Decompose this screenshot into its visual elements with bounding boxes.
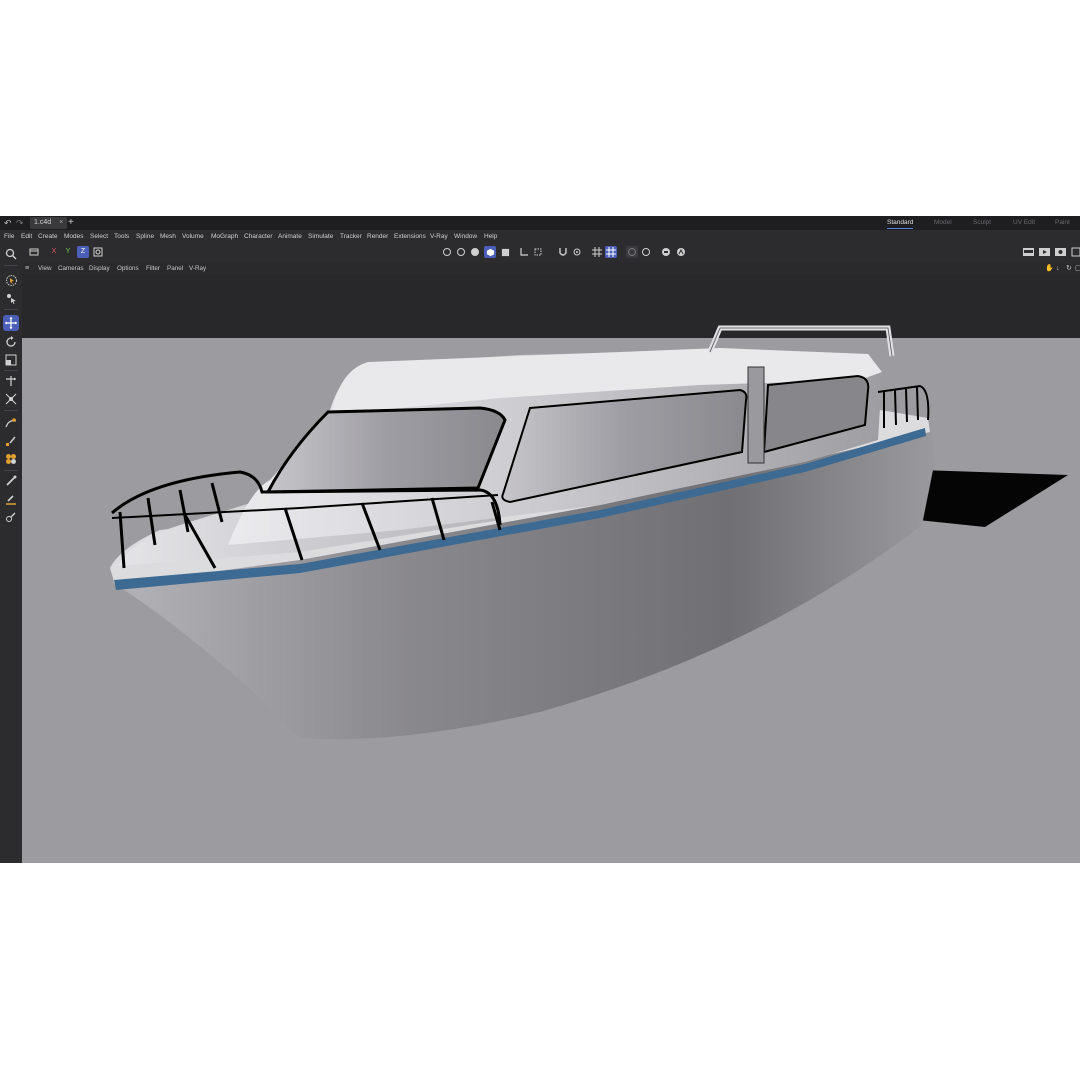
knife-tool-icon[interactable] bbox=[3, 433, 19, 449]
3d-viewport[interactable] bbox=[22, 274, 1080, 863]
menu-tools[interactable]: Tools bbox=[114, 232, 129, 241]
rotate-tool-icon[interactable] bbox=[3, 334, 19, 350]
main-toolbar: X Y Z bbox=[0, 243, 1080, 263]
polygons-mode-icon[interactable] bbox=[469, 246, 481, 258]
search-icon[interactable] bbox=[3, 246, 19, 262]
workplane-icon[interactable] bbox=[518, 246, 530, 258]
menu-window[interactable]: Window bbox=[454, 232, 477, 241]
menu-v-ray[interactable]: V-Ray bbox=[430, 232, 448, 241]
cabin-door bbox=[747, 366, 765, 464]
axis-x-lock-button[interactable]: X bbox=[48, 246, 60, 258]
move-tool-icon[interactable] bbox=[3, 315, 19, 331]
layout-tab-standard[interactable]: Standard bbox=[887, 218, 914, 229]
model-mode-icon[interactable] bbox=[28, 246, 40, 258]
cinema4d-window: ↶ ↷ 1.c4d × + Standard Model Sculpt UV Ed… bbox=[0, 216, 1080, 863]
new-tab-icon[interactable]: + bbox=[68, 217, 74, 229]
axis-y-lock-button[interactable]: Y bbox=[62, 246, 74, 258]
layout-tab-sculpt[interactable]: Sculpt bbox=[973, 218, 991, 228]
menu-character[interactable]: Character bbox=[244, 232, 273, 241]
menu-help[interactable]: Help bbox=[484, 232, 497, 241]
lock-workplane-icon[interactable] bbox=[640, 246, 652, 258]
layout-tab-uv-edit[interactable]: UV Edit bbox=[1013, 218, 1035, 228]
snap-magnet-icon[interactable] bbox=[557, 246, 569, 258]
brush-tool-icon[interactable] bbox=[3, 473, 19, 489]
extra-toolbar-icon[interactable] bbox=[1070, 246, 1080, 258]
transform-tool-icon[interactable] bbox=[3, 391, 19, 407]
render-view-icon[interactable] bbox=[1022, 246, 1034, 258]
menu-animate[interactable]: Animate bbox=[278, 232, 302, 241]
render-to-picture-viewer-icon[interactable] bbox=[1038, 246, 1050, 258]
grid-snap-icon[interactable] bbox=[591, 246, 603, 258]
menu-extensions[interactable]: Extensions bbox=[394, 232, 426, 241]
rig-tool-icon[interactable] bbox=[3, 509, 19, 525]
close-tab-icon[interactable]: × bbox=[59, 219, 63, 226]
grid-snap-active-icon[interactable] bbox=[605, 246, 617, 258]
menu-tracker[interactable]: Tracker bbox=[340, 232, 362, 241]
viewport-maximize-icon[interactable]: ▢ bbox=[1075, 264, 1080, 273]
solo-mode-icon[interactable] bbox=[675, 246, 687, 258]
palette-divider bbox=[4, 370, 18, 371]
quantize-icon[interactable] bbox=[571, 246, 583, 258]
snap-settings-icon[interactable] bbox=[532, 246, 544, 258]
scale-tool-icon[interactable] bbox=[3, 352, 19, 368]
palette-divider bbox=[4, 309, 18, 310]
palette-divider bbox=[4, 470, 18, 471]
menu-simulate[interactable]: Simulate bbox=[308, 232, 333, 241]
menu-bar: File Edit Create Modes Select Tools Spli… bbox=[0, 230, 1080, 243]
viewport-pan-icon[interactable]: ✋ bbox=[1045, 264, 1054, 273]
cube-objects-icon[interactable] bbox=[3, 451, 19, 467]
viewport-menu-bar: ≡ View Cameras Display Options Filter Pa… bbox=[22, 263, 1080, 274]
viewport-panel-menu-icon[interactable]: ≡ bbox=[25, 264, 29, 273]
document-tab[interactable]: 1.c4d × bbox=[30, 217, 68, 229]
viewport-menu-display[interactable]: Display bbox=[89, 264, 110, 273]
spline-pen-icon[interactable] bbox=[3, 415, 19, 431]
transfer-tool-icon[interactable] bbox=[3, 373, 19, 389]
viewport-menu-panel[interactable]: Panel bbox=[167, 264, 183, 273]
viewport-menu-view[interactable]: View bbox=[38, 264, 52, 273]
undo-icon[interactable]: ↶ bbox=[4, 218, 12, 228]
redo-icon[interactable]: ↷ bbox=[16, 218, 24, 228]
paint-tool-icon[interactable] bbox=[3, 491, 19, 507]
menu-select[interactable]: Select bbox=[90, 232, 108, 241]
menu-spline[interactable]: Spline bbox=[136, 232, 154, 241]
points-mode-icon[interactable] bbox=[441, 246, 453, 258]
viewport-rotate-icon[interactable]: ↻ bbox=[1066, 264, 1072, 273]
texture-mode-icon[interactable] bbox=[499, 246, 511, 258]
left-tool-palette bbox=[0, 243, 22, 863]
palette-divider bbox=[4, 265, 18, 266]
layout-tab-paint[interactable]: Paint bbox=[1055, 218, 1070, 228]
viewport-menu-options[interactable]: Options bbox=[117, 264, 139, 273]
menu-create[interactable]: Create bbox=[38, 232, 58, 241]
edges-mode-icon[interactable] bbox=[455, 246, 467, 258]
document-tab-label: 1.c4d bbox=[34, 219, 52, 226]
palette-divider bbox=[4, 410, 18, 411]
viewport-menu-filter[interactable]: Filter bbox=[146, 264, 160, 273]
title-bar: ↶ ↷ 1.c4d × + Standard Model Sculpt UV Ed… bbox=[0, 216, 1080, 230]
layout-tab-model[interactable]: Model bbox=[934, 218, 952, 228]
axis-z-lock-button[interactable]: Z bbox=[77, 246, 89, 258]
menu-modes[interactable]: Modes bbox=[64, 232, 84, 241]
viewport-sky bbox=[22, 274, 1080, 338]
menu-mograph[interactable]: MoGraph bbox=[211, 232, 238, 241]
boat-scene bbox=[22, 274, 1080, 863]
viewport-menu-v-ray[interactable]: V-Ray bbox=[189, 264, 206, 273]
viewport-solo-icon[interactable] bbox=[660, 246, 672, 258]
viewport-menu-cameras[interactable]: Cameras bbox=[58, 264, 84, 273]
menu-edit[interactable]: Edit bbox=[21, 232, 32, 241]
select-tool-icon[interactable] bbox=[3, 272, 19, 288]
menu-file[interactable]: File bbox=[4, 232, 14, 241]
menu-mesh[interactable]: Mesh bbox=[160, 232, 176, 241]
guide-icon[interactable] bbox=[626, 246, 638, 258]
viewport-zoom-icon[interactable]: ↓ bbox=[1056, 264, 1060, 273]
menu-render[interactable]: Render bbox=[367, 232, 388, 241]
coordinate-system-icon[interactable] bbox=[92, 246, 104, 258]
menu-volume[interactable]: Volume bbox=[182, 232, 204, 241]
render-settings-icon[interactable] bbox=[1054, 246, 1066, 258]
select-mode-icon[interactable] bbox=[3, 290, 19, 306]
object-mode-icon[interactable] bbox=[484, 246, 496, 258]
